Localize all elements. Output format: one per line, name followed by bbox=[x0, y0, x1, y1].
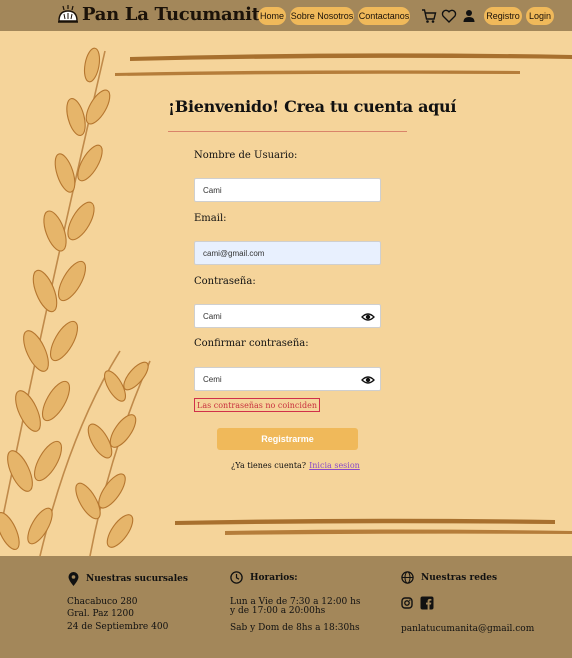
title-divider bbox=[168, 131, 407, 132]
facebook-icon[interactable] bbox=[420, 596, 434, 610]
instagram-icon[interactable] bbox=[401, 597, 413, 609]
branch-item: Chacabuco 280 bbox=[67, 597, 138, 607]
hours-line: y de 17:00 a 20:00hs bbox=[230, 606, 326, 616]
password-value: Cami bbox=[203, 311, 222, 321]
login-prompt-text: ¿Ya tienes cuenta? bbox=[231, 461, 307, 470]
nav-registro[interactable]: Registro bbox=[484, 7, 522, 25]
branches-heading: Nuestras sucursales bbox=[68, 572, 188, 586]
show-password-eye-icon[interactable] bbox=[361, 310, 375, 324]
password-input[interactable]: Cami bbox=[194, 304, 381, 328]
social-heading: Nuestras redes bbox=[401, 571, 497, 584]
page-title: ¡Bienvenido! Crea tu cuenta aquí bbox=[168, 97, 457, 116]
branch-item: 24 de Septiembre 400 bbox=[67, 622, 169, 632]
hours-title: Horarios: bbox=[250, 572, 298, 583]
register-button[interactable]: Registrarme bbox=[217, 428, 358, 450]
username-value: Cami bbox=[203, 185, 222, 195]
confirm-password-value: Cemi bbox=[203, 374, 222, 384]
confirm-password-label: Confirmar contraseña: bbox=[194, 338, 309, 349]
user-icon[interactable] bbox=[461, 8, 477, 24]
password-label: Contraseña: bbox=[194, 276, 256, 287]
site-footer: Nuestras sucursales Chacabuco 280 Gral. … bbox=[0, 556, 572, 658]
login-link[interactable]: Inicia sesion bbox=[309, 461, 360, 470]
password-mismatch-error: Las contraseñas no coinciden bbox=[194, 398, 320, 412]
social-title: Nuestras redes bbox=[421, 572, 498, 583]
nav-contactanos[interactable]: Contactanos bbox=[358, 7, 410, 25]
nav-home[interactable]: Home bbox=[258, 7, 286, 25]
email-value: cami@gmail.com bbox=[203, 248, 265, 258]
site-header: Pan La Tucumanita Home Sobre Nosotros Co… bbox=[0, 0, 572, 31]
email-label: Email: bbox=[194, 213, 227, 224]
clock-icon bbox=[230, 571, 243, 584]
top-brush-stroke bbox=[115, 53, 572, 76]
brand-name: Pan La Tucumanita bbox=[82, 4, 272, 25]
globe-icon bbox=[401, 571, 414, 584]
show-confirm-password-eye-icon[interactable] bbox=[361, 373, 375, 387]
location-pin-icon bbox=[68, 572, 79, 586]
branch-item: Gral. Paz 1200 bbox=[67, 609, 134, 619]
email-input[interactable]: cami@gmail.com bbox=[194, 241, 381, 265]
logo[interactable]: Pan La Tucumanita bbox=[57, 4, 271, 25]
confirm-password-input[interactable]: Cemi bbox=[194, 367, 381, 391]
login-prompt: ¿Ya tienes cuenta? Inicia sesion bbox=[231, 461, 360, 470]
username-label: Nombre de Usuario: bbox=[194, 150, 298, 161]
hours-line: Sab y Dom de 8hs a 18:30hs bbox=[230, 623, 360, 633]
branches-title: Nuestras sucursales bbox=[86, 574, 188, 584]
bread-logo-icon bbox=[58, 4, 78, 23]
nav-sobre-nosotros[interactable]: Sobre Nosotros bbox=[290, 7, 354, 25]
hours-heading: Horarios: bbox=[230, 571, 298, 584]
bottom-brush-stroke bbox=[175, 518, 572, 535]
cart-icon[interactable] bbox=[421, 8, 437, 24]
contact-email[interactable]: panlatucumanita@gmail.com bbox=[401, 624, 534, 635]
username-input[interactable]: Cami bbox=[194, 178, 381, 202]
nav-login[interactable]: Login bbox=[526, 7, 554, 25]
heart-icon[interactable] bbox=[441, 8, 457, 24]
